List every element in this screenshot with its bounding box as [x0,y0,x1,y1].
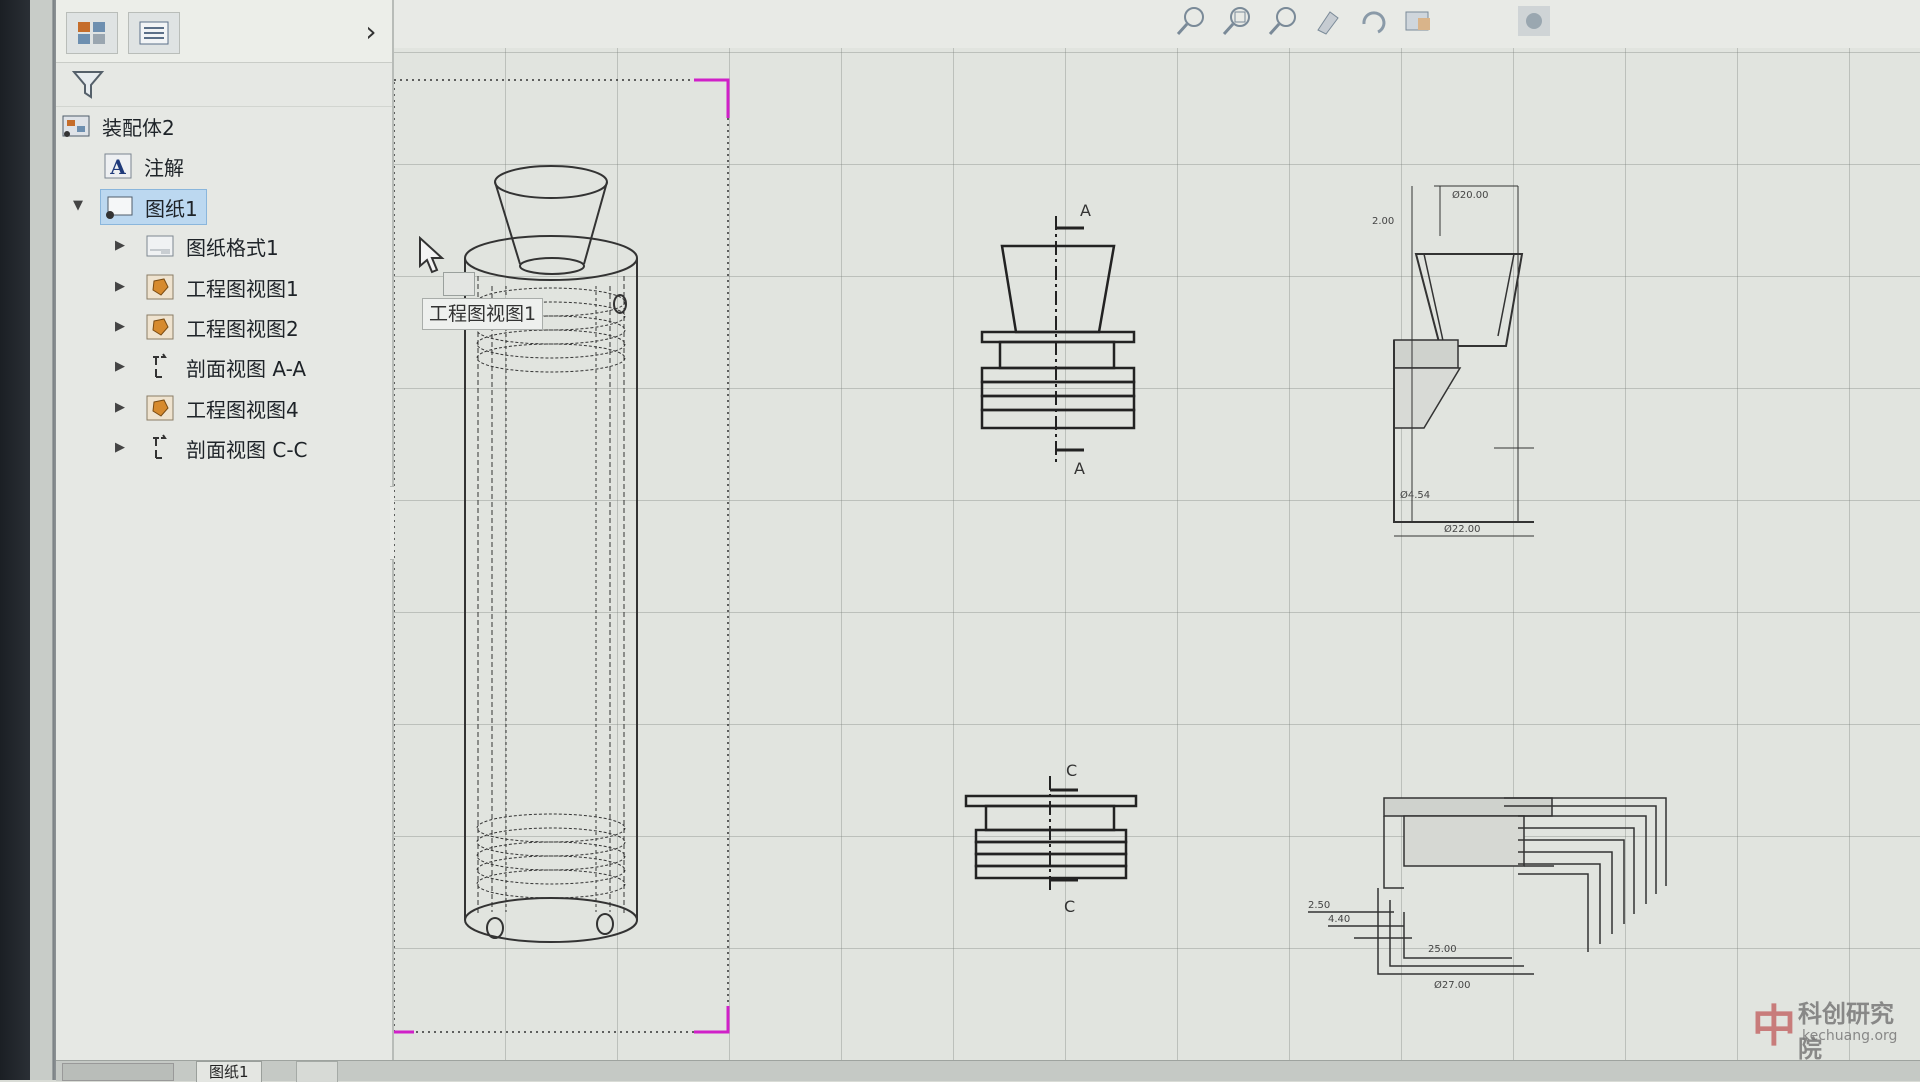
tree-item-annotations[interactable]: A 注解 [102,149,184,183]
caret-right-icon[interactable]: ▶ [112,359,128,374]
sheet-icon [103,192,135,222]
tooltip-icon [443,272,475,296]
redraw-icon[interactable] [1356,4,1392,38]
lower-front-view[interactable] [964,776,1138,894]
pan-icon[interactable] [1312,4,1348,38]
tree-item-label: 剖面视图 A-A [186,356,307,381]
sheet-tab[interactable]: 图纸1 [196,1061,262,1082]
caret-right-icon[interactable]: ▶ [112,400,128,415]
tree-root-assembly[interactable]: 装配体2 [60,109,175,143]
watermark-url: kechuang.org [1802,1028,1898,1044]
dimension-label: Ø22.00 [1444,523,1481,535]
watermark: 中 科创研究院 kechuang.org [1752,990,1912,1063]
tree-root-label: 装配体2 [102,115,175,140]
section-label-a-bottom: A [1074,459,1085,478]
section-view-icon [144,352,176,382]
tree-item-drawing-view-2[interactable]: 工程图视图2 [144,310,299,344]
sheet-nav-arrows[interactable] [62,1063,174,1081]
isometric-view[interactable] [464,165,638,943]
mouse-cursor-icon [419,236,445,274]
section-view-icon [144,433,176,463]
section-label-a-top: A [1080,201,1091,220]
tree-item-drawing-view-1[interactable]: 工程图视图1 [144,270,299,304]
drawing-view-icon [144,272,176,302]
dimension-label: Ø4.54 [1400,489,1430,501]
tree-item-label: 剖面视图 C-C [186,437,308,462]
chevron-right-icon[interactable]: › [356,14,386,50]
view-boundary-selected[interactable] [394,78,730,1034]
dimension-label: 2.00 [1372,216,1394,227]
feature-manager-panel: › 装配体2 A 注解 ▼ 图纸1 ▶ 图纸格式1 ▶ 工程图视图1 ▶ 工程图… [56,0,394,1060]
tree-item-label: 注解 [144,155,184,180]
vertical-ruler [30,0,53,1080]
tree-item-sheet[interactable]: 图纸1 [100,189,207,225]
front-view[interactable] [980,216,1136,464]
caret-right-icon[interactable]: ▶ [112,279,128,294]
tree-item-label: 工程图视图2 [186,316,299,341]
svg-text:A: A [109,155,126,179]
filter-row [56,62,392,107]
section-view-aa[interactable] [1393,185,1534,537]
view-settings-icon[interactable] [1516,4,1552,38]
zoom-icon[interactable] [1266,4,1302,38]
panel-tabs: › [56,0,392,63]
tree-item-label: 工程图视图4 [186,397,299,422]
watermark-logo: 中 [1752,1001,1796,1052]
caret-right-icon[interactable]: ▶ [112,440,128,455]
filter-icon[interactable] [70,66,106,102]
feature-manager-tab[interactable] [66,12,118,54]
dimension-label: Ø20.00 [1452,189,1489,201]
tree-item-label: 工程图视图1 [186,276,299,301]
tree-item-label: 图纸格式1 [186,235,279,260]
drawing-view-icon [144,312,176,342]
add-sheet-icon[interactable] [296,1061,338,1082]
tree-item-sheet-format[interactable]: 图纸格式1 [144,229,279,263]
view-toolbar [394,0,1920,50]
section-label-c-top: C [1066,761,1077,780]
tree-item-section-view-cc[interactable]: 剖面视图 C-C [144,431,308,465]
tree-item-section-view-aa[interactable]: 剖面视图 A-A [144,350,306,384]
dimension-label: 2.50 [1308,900,1330,911]
feature-tree-icon [78,22,105,44]
display-style-icon[interactable] [1400,4,1436,38]
tooltip: 工程图视图1 [422,298,544,330]
caret-right-icon[interactable]: ▶ [112,238,128,253]
property-list-icon [139,21,169,45]
zoom-to-area-icon[interactable] [1220,4,1256,38]
sheet-format-icon [144,231,176,261]
sheet-tab-bar: 图纸1 [56,1060,1920,1082]
drawing-content: A A Ø20.00 2.00 Ø4.54 Ø22.00 C C 2.50 4.… [394,78,1667,1034]
section-label-c-bottom: C [1064,897,1075,916]
dimension-label: Ø27.00 [1434,979,1471,991]
tree-item-drawing-view-4[interactable]: 工程图视图4 [144,391,299,425]
dimension-label: 25.00 [1428,944,1457,955]
tree-item-label: 图纸1 [145,196,198,221]
section-view-cc[interactable] [1308,797,1667,975]
caret-down-icon[interactable]: ▼ [70,198,86,213]
annotation-icon: A [102,151,134,181]
assembly-icon [60,111,92,141]
property-manager-tab[interactable] [128,12,180,54]
dimension-label: 4.40 [1328,914,1350,925]
drawing-view-icon [144,393,176,423]
zoom-to-fit-icon[interactable] [1174,4,1210,38]
caret-right-icon[interactable]: ▶ [112,319,128,334]
